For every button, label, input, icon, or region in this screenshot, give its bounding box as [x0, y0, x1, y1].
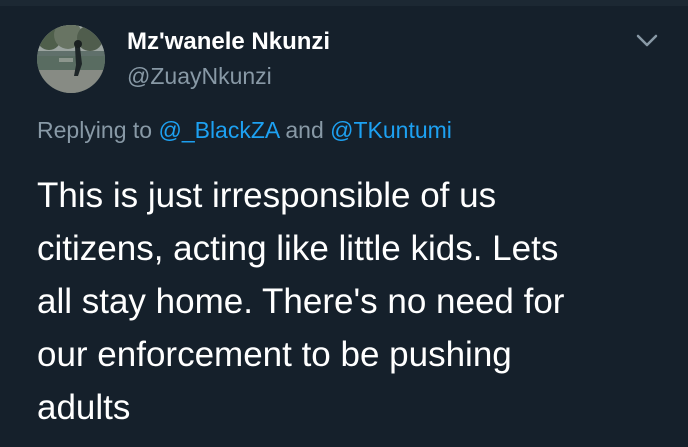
avatar[interactable] — [37, 25, 105, 93]
author-handle[interactable]: @ZuayNkunzi — [127, 62, 272, 90]
tweet-text-line: our enforcement to be pushing — [37, 335, 512, 374]
chevron-down-icon — [636, 34, 658, 47]
tweet-text-line: This is just irresponsible of us — [37, 176, 497, 215]
tweet-text-line: adults — [37, 388, 131, 427]
tweet-text: This is just irresponsible of us citizen… — [37, 169, 657, 434]
reply-prefix: Replying to — [37, 117, 153, 143]
reply-mention-blackza[interactable]: @_BlackZA — [158, 117, 279, 143]
tweet-text-line: citizens, acting like little kids. Lets — [37, 229, 559, 268]
reply-conjunction: and — [285, 117, 324, 143]
reply-context: Replying to @_BlackZA and @TKuntumi — [37, 115, 452, 145]
tweet-menu-button[interactable] — [633, 31, 661, 51]
avatar-photo — [37, 25, 105, 93]
reply-mention-tkuntumi[interactable]: @TKuntumi — [330, 117, 452, 143]
tweet-text-line: all stay home. There's no need for — [37, 282, 565, 321]
author-display-name[interactable]: Mz'wanele Nkunzi — [127, 27, 330, 57]
tweet-card: Mz'wanele Nkunzi @ZuayNkunzi Replying to… — [0, 0, 688, 447]
